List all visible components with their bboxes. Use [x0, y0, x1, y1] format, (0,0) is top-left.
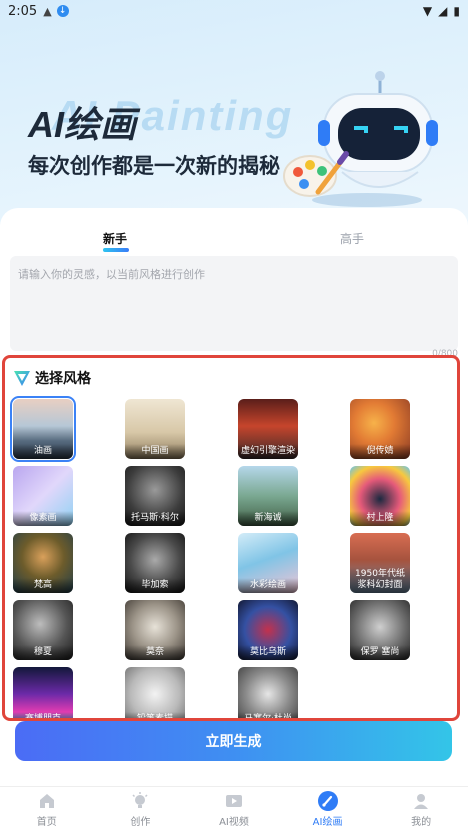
style-tile-label: 油画 [13, 444, 73, 459]
style-tile[interactable]: 1950年代纸浆科幻封面 [350, 533, 410, 593]
style-tile-label: 铅笔素描 [125, 712, 185, 718]
style-tile-label: 托马斯·科尔 [125, 511, 185, 526]
style-tile-label: 新海诚 [238, 511, 298, 526]
style-tile[interactable]: 赛博朋克 [13, 667, 73, 718]
style-tile[interactable]: 倪传婧 [350, 399, 410, 459]
nav-mine-label: 我的 [411, 817, 432, 828]
video-icon [225, 795, 242, 807]
generate-button[interactable]: 立即生成 [15, 721, 452, 761]
signal-icon: ◢ [438, 4, 448, 18]
style-tile[interactable]: 毕加索 [125, 533, 185, 593]
nav-mine[interactable]: 我的 [374, 787, 468, 832]
style-tile-label: 赛博朋克 [13, 712, 73, 718]
nav-create[interactable]: 创作 [94, 787, 188, 832]
wifi-icon: ▼ [422, 4, 433, 18]
banner: AI Painting AI绘画 每次创作都是一次新的揭秘 [0, 0, 468, 225]
style-tile[interactable]: 虚幻引擎渲染 [238, 399, 298, 459]
style-tile[interactable]: 马塞尔·杜尚 [238, 667, 298, 718]
style-tile-label: 马塞尔·杜尚 [238, 712, 298, 718]
robot-mascot-icon [283, 71, 438, 207]
battery-icon: ▮ [453, 4, 460, 18]
nav-ai-video-label: AI视频 [219, 817, 249, 828]
nav-ai-painting-label: AI绘画 [312, 817, 343, 828]
brush-icon [317, 791, 338, 811]
create-card: 新手 高手 0/800 选择风格 油画中国画虚幻引擎渲染倪传婧像素画托马斯·科尔… [0, 208, 468, 788]
style-tile-label: 村上隆 [350, 511, 410, 526]
style-panel: 选择风格 油画 中国画 虚幻引擎渲染 倪传婧像素画 托马斯·科尔 新海诚 村上隆梵高 毕加索 水… [2, 355, 460, 721]
active-tab-indicator [103, 248, 129, 252]
style-section-title: 选择风格 [35, 371, 91, 387]
tab-beginner[interactable]: 新手 [103, 230, 127, 247]
style-tile[interactable]: 莫奈 [125, 600, 185, 660]
style-tile-label: 中国画 [125, 444, 185, 459]
style-tile-label: 毕加索 [125, 578, 185, 593]
user-icon [414, 794, 429, 809]
nav-ai-painting[interactable]: AI绘画 [281, 787, 375, 832]
style-tile[interactable]: 梵高 [13, 533, 73, 593]
style-tile[interactable]: 村上隆 [350, 466, 410, 526]
style-tile[interactable]: 中国画 [125, 399, 185, 459]
nav-home[interactable]: 首页 [0, 787, 94, 832]
style-tile-label: 倪传婧 [350, 444, 410, 459]
style-tile-label: 虚幻引擎渲染 [238, 444, 298, 459]
style-tile[interactable]: 油画 [10, 396, 76, 462]
style-tile-label: 穆夏 [13, 645, 73, 660]
style-tile-label: 梵高 [13, 578, 73, 593]
style-tile[interactable]: 穆夏 [13, 600, 73, 660]
style-tile[interactable]: 水彩绘画 [238, 533, 298, 593]
nav-ai-video[interactable]: AI视频 [187, 787, 281, 832]
style-tile[interactable]: 莫比乌斯 [238, 600, 298, 660]
prompt-input[interactable] [10, 256, 458, 351]
v-logo-icon [14, 371, 30, 386]
mode-tabs: 新手 高手 [0, 228, 468, 258]
style-tile-label: 水彩绘画 [238, 578, 298, 593]
banner-title: AI绘画 [28, 104, 137, 145]
style-tile[interactable]: 新海诚 [238, 466, 298, 526]
style-tile-label: 莫比乌斯 [238, 645, 298, 660]
style-tile[interactable]: 托马斯·科尔 [125, 466, 185, 526]
bulb-icon [132, 792, 148, 808]
nav-home-label: 首页 [36, 817, 57, 828]
download-icon: ↓ [56, 5, 69, 17]
home-icon [39, 794, 54, 808]
style-tile[interactable]: 铅笔素描 [125, 667, 185, 718]
status-time: 2:05 [8, 3, 38, 19]
style-tile-label: 保罗 塞尚 [350, 645, 410, 660]
status-icons: ▼ ◢ ▮ [423, 4, 460, 18]
style-header: 选择风格 [13, 368, 91, 388]
notification-icon: ▲ [43, 4, 52, 18]
nav-create-label: 创作 [130, 817, 151, 828]
status-bar: 2:05 ▲ ↓ ▼ ◢ ▮ [0, 0, 468, 22]
style-tile[interactable]: 像素画 [13, 466, 73, 526]
style-tile-label: 莫奈 [125, 645, 185, 660]
prompt-box [10, 256, 458, 351]
style-tile-label: 像素画 [13, 511, 73, 526]
style-tile[interactable]: 保罗 塞尚 [350, 600, 410, 660]
banner-subtitle: 每次创作都是一次新的揭秘 [28, 154, 280, 178]
style-tile-label: 1950年代纸浆科幻封面 [350, 567, 410, 593]
bottom-nav: 首页 创作 AI视频 AI绘画 我的 [0, 786, 468, 832]
tab-expert[interactable]: 高手 [340, 230, 364, 247]
